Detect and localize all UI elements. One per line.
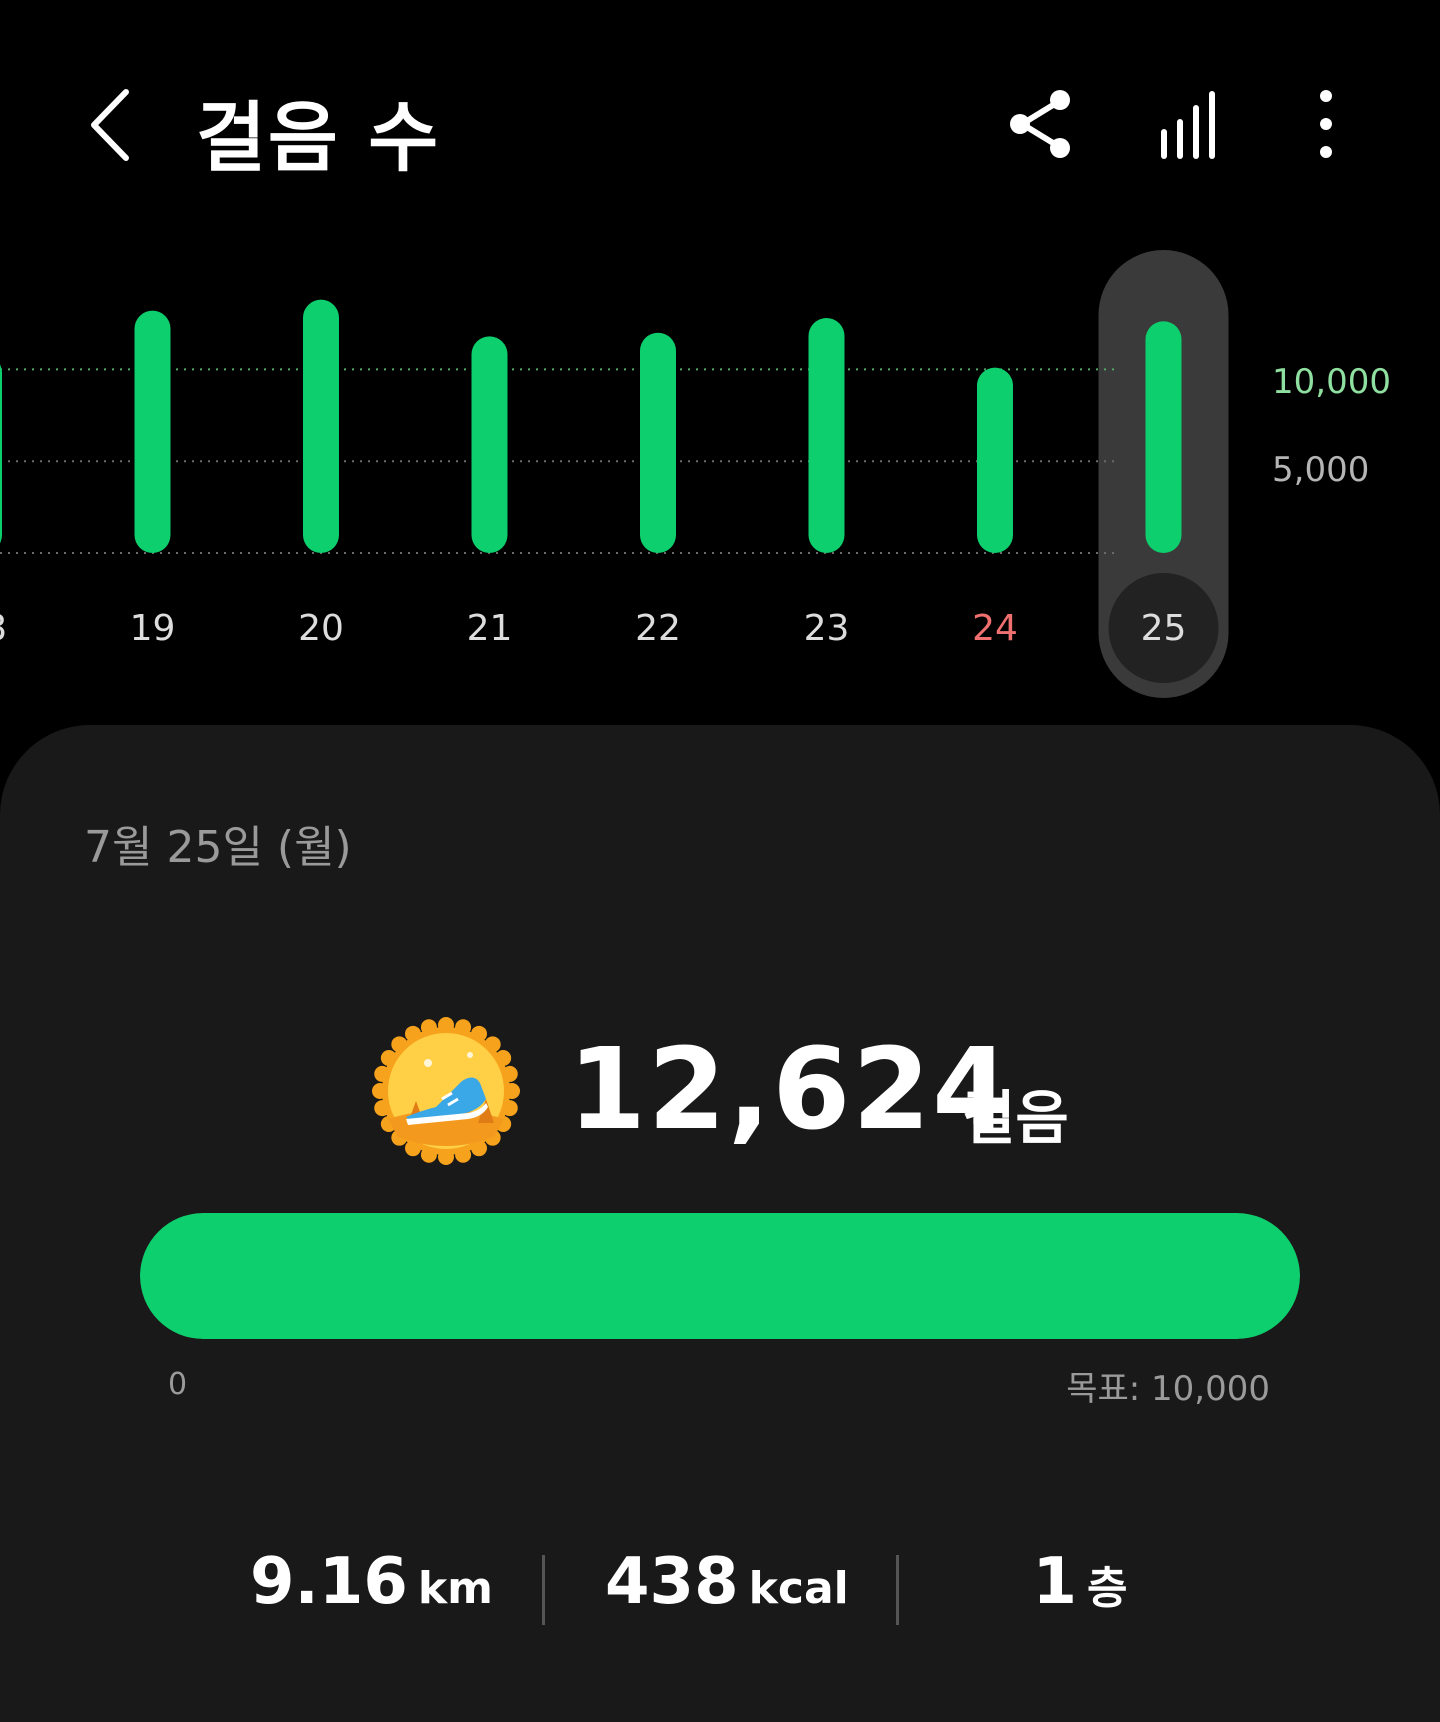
running-shoe-badge-icon xyxy=(372,1017,520,1165)
share-icon xyxy=(1010,90,1070,158)
bar-day-23 xyxy=(808,318,845,553)
calories-value: 438 xyxy=(605,1545,739,1619)
bar-day-20 xyxy=(303,299,339,553)
stat-divider xyxy=(542,1555,545,1625)
goal-progress-bar xyxy=(140,1213,1300,1339)
x-label-day-23: 23 xyxy=(804,608,850,649)
bar-day-21 xyxy=(471,336,508,553)
x-label-day-22: 22 xyxy=(635,608,681,649)
progress-min-label: 0 xyxy=(168,1367,188,1402)
share-button[interactable] xyxy=(1000,84,1080,164)
y-tick-5000: 5,000 xyxy=(1272,450,1370,490)
floors-value: 1 xyxy=(1032,1545,1078,1619)
selected-date: 7월 25일 (월) xyxy=(84,822,352,873)
signal-bars-icon xyxy=(1161,91,1215,159)
bar-day-19 xyxy=(134,310,171,553)
more-options-button[interactable] xyxy=(1290,84,1370,164)
daily-summary-card: 7월 25일 (월) 12,624 걸음 0 목표: 10,000 9.16 k… xyxy=(0,725,1440,1722)
distance-stat: 9.16 km xyxy=(250,1545,494,1619)
floors-stat: 1층 xyxy=(1000,1545,1160,1619)
x-label-day-24: 24 xyxy=(972,608,1018,649)
stat-divider xyxy=(896,1555,899,1625)
goal-progress-fill xyxy=(140,1213,1300,1339)
steps-summary: 12,624 걸음 xyxy=(0,1015,1440,1165)
step-count: 12,624 xyxy=(568,1025,1013,1155)
bar-day-24 xyxy=(977,367,1013,553)
x-label-day-18: 18 xyxy=(0,608,7,649)
bar-day-22 xyxy=(640,332,676,553)
goal-label: 목표: 10,000 xyxy=(1066,1369,1270,1409)
steps-bar-chart: 18 19 20 21 22 23 24 25 xyxy=(0,250,1229,698)
x-label-day-21: 21 xyxy=(467,608,513,649)
chevron-left-icon xyxy=(91,89,129,161)
x-label-day-20: 20 xyxy=(298,608,344,649)
chart-view-button[interactable] xyxy=(1150,84,1230,164)
distance-value: 9.16 xyxy=(250,1545,408,1619)
activity-stats: 9.16 km 438 kcal 1층 xyxy=(0,1545,1440,1635)
floors-unit: 층 xyxy=(1087,1563,1128,1614)
steps-screen: 걸음 수 19 20 21 22 23 24 25 10,000 5,000 7… xyxy=(0,0,1440,1722)
bar-day-18 xyxy=(0,364,2,544)
distance-unit: km xyxy=(417,1563,494,1614)
daily-steps-chart[interactable]: 18 19 20 21 22 23 24 25 10,000 5,000 xyxy=(0,240,1440,700)
step-unit: 걸음 xyxy=(962,1084,1069,1152)
more-vertical-icon xyxy=(1320,90,1332,158)
page-title: 걸음 수 xyxy=(196,93,441,182)
x-label-day-25: 25 xyxy=(1141,608,1187,649)
y-tick-10000: 10,000 xyxy=(1272,362,1391,402)
calories-unit: kcal xyxy=(748,1563,849,1614)
bar-day-25 xyxy=(1145,321,1182,553)
calories-stat: 438 kcal xyxy=(605,1545,849,1619)
app-header: 걸음 수 xyxy=(0,0,1440,250)
x-label-day-19: 19 xyxy=(130,608,176,649)
back-button[interactable] xyxy=(78,80,148,170)
